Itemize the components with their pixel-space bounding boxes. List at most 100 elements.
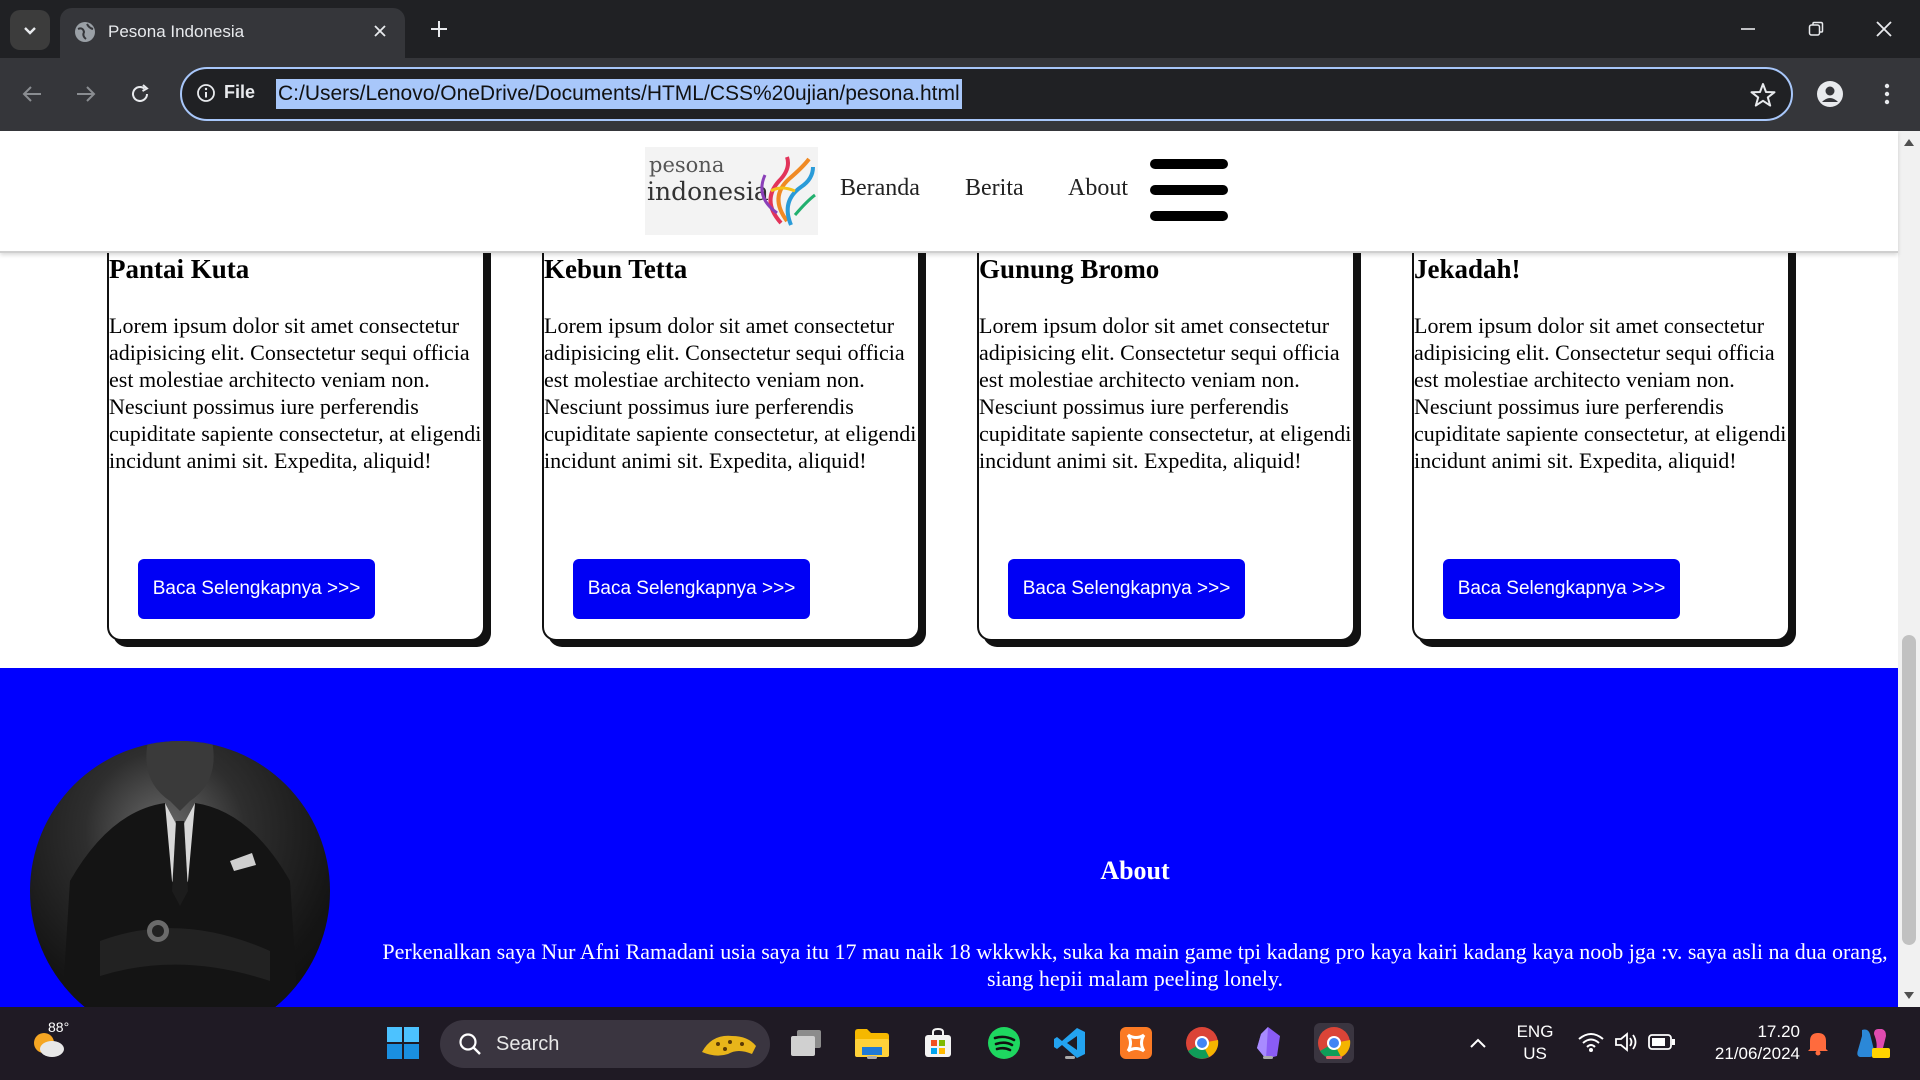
profile-icon (1817, 81, 1843, 107)
language-indicator[interactable]: ENG US (1510, 1021, 1560, 1067)
pesona-indonesia-logo[interactable]: pesona indonesia (645, 147, 818, 235)
forward-button[interactable] (68, 76, 104, 112)
about-footer: About Perkenalkan saya Nur Afni Ramadani… (0, 668, 1898, 1007)
system-tray-status[interactable] (1578, 1029, 1678, 1059)
search-icon (459, 1033, 481, 1055)
obsidian-button[interactable] (1248, 1023, 1288, 1063)
tab-search-button[interactable] (10, 10, 50, 50)
vscode-button[interactable] (1050, 1023, 1090, 1063)
windows-taskbar: 88° Search ENG US 17.20 21/06/2024 (0, 1007, 1920, 1080)
profile-button[interactable] (1812, 76, 1848, 112)
folder-icon (855, 1029, 889, 1057)
close-icon (374, 25, 386, 37)
site-header: pesona indonesia Beranda Berita About (0, 131, 1898, 253)
card-description: Lorem ipsum dolor sit amet consectetur a… (979, 313, 1352, 473)
browser-tab[interactable]: Pesona Indonesia (60, 8, 405, 58)
read-more-button[interactable]: Baca Selengkapnya >>> (1008, 559, 1245, 619)
card-title: Gunung Bromo (979, 254, 1160, 284)
browser-toolbar: File C:/Users/Lenovo/OneDrive/Documents/… (0, 58, 1920, 131)
caret-down-icon (1904, 992, 1914, 999)
read-more-button[interactable]: Baca Selengkapnya >>> (1443, 559, 1680, 619)
task-view-icon (791, 1030, 821, 1056)
nav-link-about[interactable]: About (1068, 175, 1128, 202)
microsoft-store-button[interactable] (918, 1023, 958, 1063)
chevron-down-icon (24, 27, 36, 35)
tab-title: Pesona Indonesia (108, 22, 245, 41)
page-scrollbar[interactable] (1898, 131, 1920, 1007)
chrome-button[interactable] (1182, 1023, 1222, 1063)
about-heading: About (1100, 856, 1170, 885)
card-kebun-tetta: Kebun Tetta Lorem ipsum dolor sit amet c… (542, 231, 920, 641)
plus-icon (431, 21, 447, 37)
browser-tab-bar: Pesona Indonesia (0, 0, 1920, 58)
nav-link-beranda[interactable]: Beranda (840, 175, 920, 202)
hamburger-menu-icon[interactable] (1150, 159, 1228, 223)
battery-icon (1648, 1034, 1675, 1050)
file-explorer-button[interactable] (852, 1023, 892, 1063)
garuda-swirl-icon (760, 156, 816, 226)
chrome-icon (1318, 1027, 1351, 1059)
back-button[interactable] (14, 76, 50, 112)
read-more-button[interactable]: Baca Selengkapnya >>> (573, 559, 810, 619)
card-jekadah: Jekadah! Lorem ipsum dolor sit amet cons… (1412, 231, 1790, 641)
about-paragraph: Perkenalkan saya Nur Afni Ramadani usia … (382, 939, 1888, 991)
active-indicator (1326, 1056, 1342, 1059)
nav-link-berita[interactable]: Berita (965, 175, 1024, 202)
scroll-up-arrow[interactable] (1902, 135, 1916, 149)
site-info-chip[interactable]: File (196, 82, 255, 103)
chrome-icon (1186, 1027, 1219, 1059)
read-more-button[interactable]: Baca Selengkapnya >>> (138, 559, 375, 619)
taskbar-search[interactable]: Search (440, 1020, 770, 1068)
new-tab-button[interactable] (424, 14, 454, 44)
close-icon (1876, 21, 1892, 37)
card-description: Lorem ipsum dolor sit amet consectetur a… (1414, 313, 1787, 473)
card-pantai-kuta: Pantai Kuta Lorem ipsum dolor sit amet c… (107, 231, 485, 641)
restore-icon (1808, 21, 1824, 36)
windows-logo-icon (387, 1027, 419, 1059)
xampp-button[interactable] (1116, 1023, 1156, 1063)
notifications-button[interactable] (1798, 1023, 1838, 1063)
spotify-icon (988, 1027, 1020, 1059)
volume-icon (1615, 1032, 1637, 1052)
weather-temperature: 88° (48, 1019, 70, 1035)
tab-close-button[interactable] (367, 18, 393, 44)
wifi-icon (1578, 1033, 1604, 1052)
running-indicator (1065, 1056, 1075, 1059)
language-code: ENG (1516, 1022, 1554, 1041)
region-code: US (1523, 1044, 1547, 1063)
copilot-button[interactable] (1852, 1023, 1892, 1063)
logo-text-pesona: pesona (649, 153, 725, 177)
obsidian-crystal-icon (1257, 1027, 1280, 1059)
weather-widget[interactable]: 88° (0, 1007, 110, 1080)
clock-time: 17.20 (1757, 1022, 1800, 1041)
star-icon[interactable] (1749, 81, 1777, 109)
address-bar[interactable]: File C:/Users/Lenovo/OneDrive/Documents/… (180, 67, 1793, 121)
task-view-button[interactable] (786, 1023, 826, 1063)
start-button[interactable] (383, 1023, 423, 1063)
forward-icon (77, 86, 96, 102)
chevron-up-icon (1470, 1038, 1486, 1048)
close-window-button[interactable] (1864, 12, 1904, 46)
show-hidden-icons-button[interactable] (1458, 1023, 1498, 1063)
scrollbar-thumb[interactable] (1902, 635, 1916, 945)
reload-button[interactable] (122, 76, 158, 112)
minimize-icon (1741, 28, 1755, 30)
card-title: Pantai Kuta (109, 254, 250, 284)
clock[interactable]: 17.20 21/06/2024 (1690, 1021, 1800, 1067)
card-description: Lorem ipsum dolor sit amet consectetur a… (109, 313, 482, 473)
browser-menu-button[interactable] (1872, 76, 1902, 112)
url-text[interactable]: C:/Users/Lenovo/OneDrive/Documents/HTML/… (276, 79, 962, 109)
reload-icon (132, 84, 149, 102)
clock-date: 21/06/2024 (1714, 1044, 1800, 1063)
scroll-down-arrow[interactable] (1902, 989, 1916, 1003)
chrome-active-button[interactable] (1314, 1023, 1354, 1063)
back-icon (22, 86, 41, 102)
spotify-button[interactable] (984, 1023, 1024, 1063)
minimize-button[interactable] (1728, 12, 1768, 46)
running-indicator (1263, 1056, 1273, 1059)
suited-person-silhouette (62, 741, 298, 1007)
card-gunung-bromo: Gunung Bromo Lorem ipsum dolor sit amet … (977, 231, 1355, 641)
kebab-menu-icon (1884, 83, 1890, 105)
profile-photo (30, 741, 330, 1007)
restore-button[interactable] (1796, 12, 1836, 46)
